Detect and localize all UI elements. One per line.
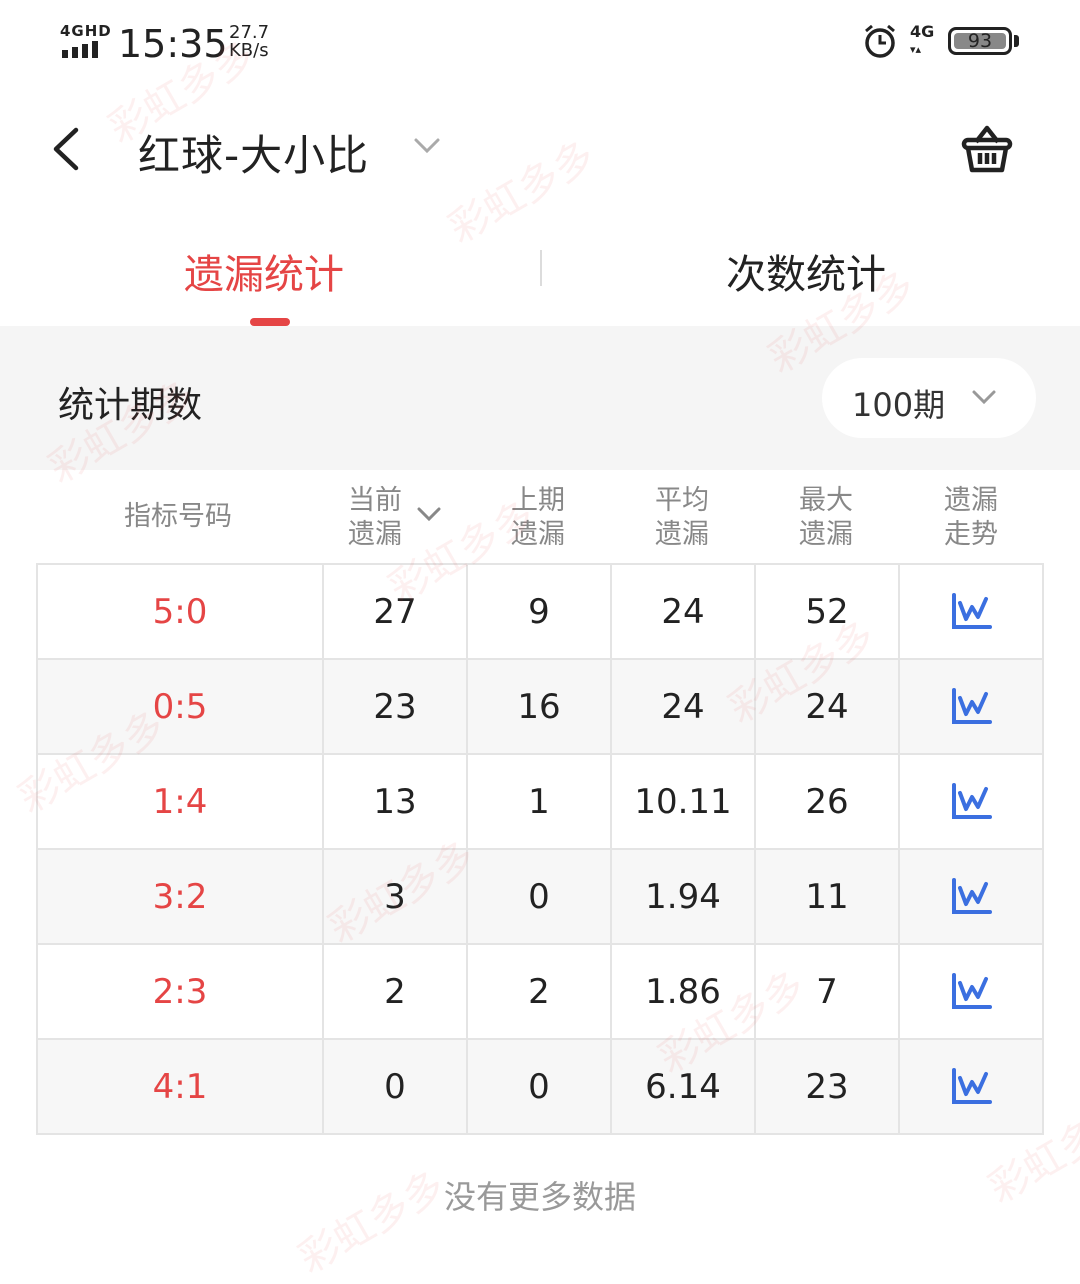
chevron-down-icon (972, 390, 996, 405)
cell-current-omission: 0 (324, 1040, 468, 1135)
table-row: 3:2 3 0 1.94 11 (38, 850, 1044, 945)
header-omission-trend: 遗漏 走势 (944, 485, 998, 550)
tab-count-stats[interactable]: 次数统计 (726, 242, 886, 300)
table-row: 4:1 0 0 6.14 23 (38, 1040, 1044, 1135)
cell-previous-omission: 0 (468, 850, 612, 945)
trend-chart-icon[interactable] (950, 1067, 992, 1106)
cell-average-omission: 24 (612, 660, 756, 755)
basket-icon[interactable] (958, 120, 1016, 178)
cell-average-omission: 10.11 (612, 755, 756, 850)
cell-average-omission: 6.14 (612, 1040, 756, 1135)
cell-current-omission: 23 (324, 660, 468, 755)
signal-icon (62, 41, 98, 58)
table-row: 2:3 2 2 1.86 7 (38, 945, 1044, 1040)
cell-max-omission: 23 (756, 1040, 900, 1135)
page-title[interactable]: 红球-大小比 (138, 122, 369, 183)
period-dropdown[interactable]: 100期 (822, 358, 1036, 438)
period-label: 统计期数 (58, 385, 203, 426)
table-row: 5:0 27 9 24 52 (38, 565, 1044, 660)
omission-table: 5:0 27 9 24 52 0:5 23 16 24 24 1:4 13 1 10.11 26 3:2 3 0 1… (36, 563, 1044, 1135)
clock: 15:35 (118, 22, 228, 66)
cell-previous-omission: 1 (468, 755, 612, 850)
trend-chart-icon[interactable] (950, 782, 992, 821)
cell-current-omission: 3 (324, 850, 468, 945)
table-row: 0:5 23 16 24 24 (38, 660, 1044, 755)
tab-bar: 遗漏统计 次数统计 (0, 220, 1080, 326)
cell-omission-trend (900, 945, 1044, 1040)
tab-divider (540, 250, 542, 286)
cell-indicator-code: 3:2 (38, 850, 324, 945)
network-speed: 27.7 KB/s (229, 24, 269, 60)
trend-chart-icon[interactable] (950, 877, 992, 916)
cell-previous-omission: 9 (468, 565, 612, 660)
cell-max-omission: 11 (756, 850, 900, 945)
active-tab-indicator (250, 318, 290, 326)
cell-current-omission: 27 (324, 565, 468, 660)
cell-max-omission: 52 (756, 565, 900, 660)
cell-indicator-code: 5:0 (38, 565, 324, 660)
cell-omission-trend (900, 1040, 1044, 1135)
period-value: 100期 (852, 386, 946, 424)
trend-chart-icon[interactable] (950, 592, 992, 631)
header-average-omission: 平均 遗漏 (655, 485, 709, 550)
battery-tip (1014, 35, 1019, 47)
cell-current-omission: 13 (324, 755, 468, 850)
chevron-down-icon[interactable] (412, 134, 442, 158)
cell-current-omission: 2 (324, 945, 468, 1040)
cell-max-omission: 7 (756, 945, 900, 1040)
cell-max-omission: 24 (756, 660, 900, 755)
app-header: 红球-大小比 (0, 100, 1080, 200)
battery-level: 93 (967, 30, 993, 52)
cell-indicator-code: 2:3 (38, 945, 324, 1040)
cell-omission-trend (900, 565, 1044, 660)
cell-average-omission: 1.86 (612, 945, 756, 1040)
cell-previous-omission: 2 (468, 945, 612, 1040)
cell-omission-trend (900, 850, 1044, 945)
cell-average-omission: 1.94 (612, 850, 756, 945)
period-filter: 统计期数 100期 (0, 326, 1080, 470)
header-previous-omission: 上期 遗漏 (511, 485, 565, 550)
trend-chart-icon[interactable] (950, 972, 992, 1011)
speed-unit: KB/s (229, 40, 269, 61)
status-bar: 4GHD 15:35 27.7 KB/s 4G ▾▴ 93 (0, 0, 1080, 90)
cell-indicator-code: 1:4 (38, 755, 324, 850)
alarm-icon (865, 24, 895, 58)
network-type: 4GHD (60, 22, 112, 40)
no-more-data: 没有更多数据 (443, 1178, 636, 1216)
cell-indicator-code: 4:1 (38, 1040, 324, 1135)
sort-chevron-down-icon[interactable] (416, 504, 442, 524)
chevron-left-icon[interactable] (46, 124, 90, 174)
battery-icon: 93 (948, 27, 1012, 55)
header-max-omission: 最大 遗漏 (799, 485, 853, 550)
header-current-omission[interactable]: 当前 遗漏 (320, 484, 430, 552)
cell-omission-trend (900, 660, 1044, 755)
network-4g: 4G ▾▴ (910, 22, 935, 57)
table-row: 1:4 13 1 10.11 26 (38, 755, 1044, 850)
cell-previous-omission: 0 (468, 1040, 612, 1135)
cell-omission-trend (900, 755, 1044, 850)
cell-average-omission: 24 (612, 565, 756, 660)
table-header: 指标号码 当前 遗漏 上期 遗漏 平均 遗漏 最大 遗漏 遗漏 走势 (36, 470, 1044, 564)
cell-indicator-code: 0:5 (38, 660, 324, 755)
tab-omission-stats[interactable]: 遗漏统计 (184, 242, 344, 300)
header-indicator-code: 指标号码 (124, 501, 232, 532)
trend-chart-icon[interactable] (950, 687, 992, 726)
cell-max-omission: 26 (756, 755, 900, 850)
cell-previous-omission: 16 (468, 660, 612, 755)
